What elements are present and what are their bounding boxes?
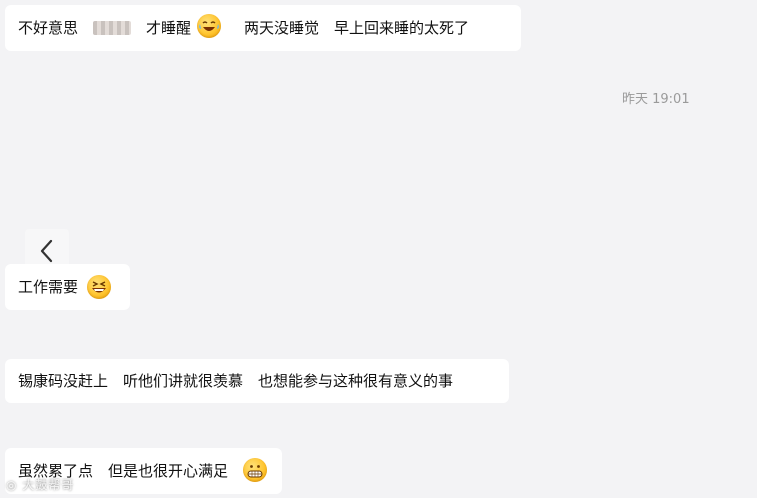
message-text: 两天没睡觉 早上回来睡的太死了 — [244, 19, 470, 37]
tears-of-joy-emoji — [197, 14, 221, 38]
watermark-text: 大鼓帮哥 — [22, 478, 75, 492]
message-text: 才睡醒 — [146, 19, 192, 37]
message-bubble: 不好意思 才睡醒 两天没睡觉 早上回来睡的太死了 — [5, 5, 521, 51]
message-text: 工作需要 — [18, 278, 79, 296]
grimacing-emoji — [243, 458, 267, 482]
watermark: ◎ 大鼓帮哥 — [6, 476, 74, 493]
message-bubble: 工作需要 — [5, 264, 130, 310]
grinning-squint-emoji — [87, 275, 111, 299]
message-text: 不好意思 — [18, 19, 79, 37]
timestamp: 昨天 19:01 — [622, 92, 690, 107]
message-text: 锡康码没赶上 听他们讲就很羡慕 也想能参与这种很有意义的事 — [18, 372, 454, 390]
redacted-name — [93, 21, 131, 35]
message-bubble: 锡康码没赶上 听他们讲就很羡慕 也想能参与这种很有意义的事 — [5, 359, 509, 403]
watermark-logo-icon: ◎ — [6, 478, 18, 492]
